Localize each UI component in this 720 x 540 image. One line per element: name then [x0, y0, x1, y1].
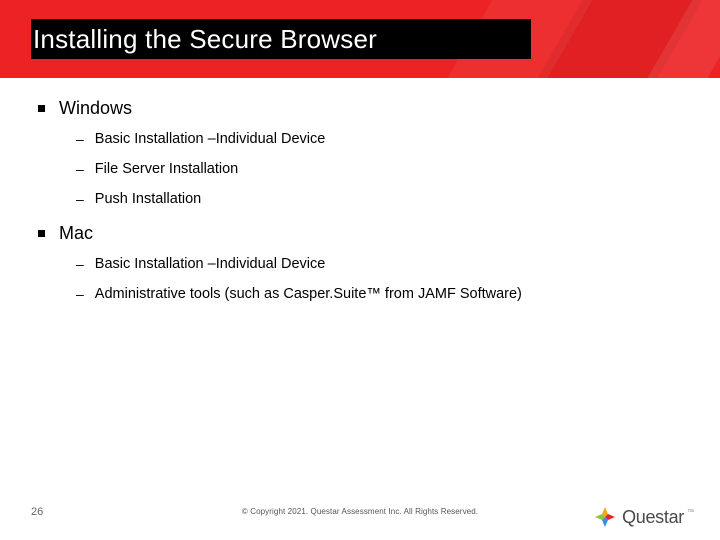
- questar-logo: Questar ™: [594, 506, 694, 528]
- list-item: Windows: [38, 98, 678, 119]
- sub-item-label: Push Installation: [95, 189, 201, 209]
- list-item: Mac: [38, 223, 678, 244]
- dash-bullet-icon: –: [76, 284, 84, 304]
- square-bullet-icon: [38, 105, 45, 112]
- sub-list: – Basic Installation –Individual Device …: [76, 129, 678, 209]
- list-item: – Push Installation: [76, 189, 678, 209]
- content-area: Windows – Basic Installation –Individual…: [38, 98, 678, 318]
- list-item: – Basic Installation –Individual Device: [76, 254, 678, 274]
- title-bar: Installing the Secure Browser: [31, 19, 531, 59]
- list-item: – Basic Installation –Individual Device: [76, 129, 678, 149]
- dash-bullet-icon: –: [76, 189, 84, 209]
- dash-bullet-icon: –: [76, 254, 84, 274]
- sub-item-label: Administrative tools (such as Casper.Sui…: [95, 284, 522, 304]
- sub-item-label: Basic Installation –Individual Device: [95, 129, 326, 149]
- dash-bullet-icon: –: [76, 129, 84, 149]
- slide: Installing the Secure Browser Windows – …: [0, 0, 720, 540]
- sub-item-label: Basic Installation –Individual Device: [95, 254, 326, 274]
- square-bullet-icon: [38, 230, 45, 237]
- sub-item-label: File Server Installation: [95, 159, 238, 179]
- sub-list: – Basic Installation –Individual Device …: [76, 254, 678, 304]
- list-item: – File Server Installation: [76, 159, 678, 179]
- trademark-icon: ™: [687, 509, 694, 516]
- footer: 26 © Copyright 2021. Questar Assessment …: [0, 490, 720, 540]
- logo-mark-icon: [594, 506, 616, 528]
- section-label: Windows: [59, 98, 132, 119]
- slide-title: Installing the Secure Browser: [31, 24, 377, 55]
- dash-bullet-icon: –: [76, 159, 84, 179]
- list-item: – Administrative tools (such as Casper.S…: [76, 284, 678, 304]
- logo-text: Questar: [622, 507, 684, 528]
- section-label: Mac: [59, 223, 93, 244]
